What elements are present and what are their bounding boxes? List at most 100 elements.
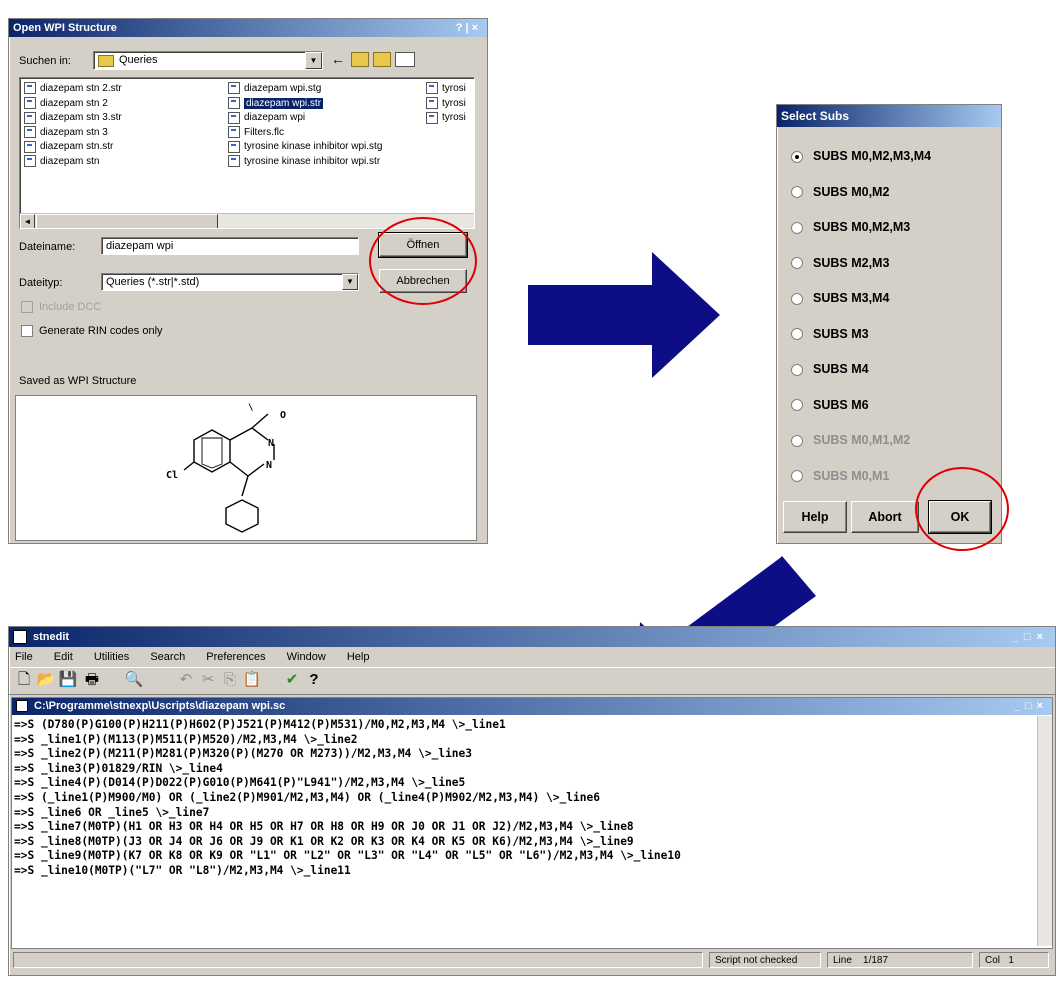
abort-button[interactable]: Abort — [851, 501, 919, 533]
script-line[interactable]: =>S (D780(P)G100(P)H211(P)H602(P)J521(P)… — [14, 718, 1034, 733]
file-item[interactable]: tyrosi — [426, 111, 466, 126]
script-line[interactable]: =>S (_line1(P)M900/M0) OR (_line2(P)M901… — [14, 791, 1034, 806]
subs-option[interactable]: SUBS M0,M2,M3,M4 — [791, 149, 931, 163]
menu-window[interactable]: Window — [287, 651, 326, 663]
filename-input[interactable]: diazepam wpi — [101, 237, 359, 255]
file-item[interactable]: tyrosi — [426, 96, 466, 112]
horizontal-scrollbar[interactable]: ◄ — [20, 213, 474, 228]
filename-label: Dateiname: — [19, 241, 76, 253]
check-icon[interactable]: ✔ — [281, 670, 303, 690]
menu-utilities[interactable]: Utilities — [94, 651, 129, 663]
script-line[interactable]: =>S _line3(P)01829/RIN \>_line4 — [14, 762, 1034, 777]
dialog-titlebar: Open WPI Structure ?|× — [9, 19, 487, 37]
script-editor[interactable]: =>S (D780(P)G100(P)H211(P)H602(P)J521(P)… — [14, 718, 1034, 944]
file-item[interactable]: diazepam stn.str — [24, 140, 122, 155]
file-item[interactable]: diazepam wpi — [228, 111, 382, 126]
undo-icon[interactable]: ↶ — [175, 670, 197, 690]
file-icon — [228, 82, 240, 95]
subs-option[interactable]: SUBS M0,M2 — [791, 185, 889, 199]
paste-icon[interactable]: 📋 — [241, 670, 263, 690]
select-subs-dialog: Select Subs SUBS M0,M2,M3,M4 SUBS M0,M2 SU… — [776, 104, 1009, 551]
file-item[interactable]: diazepam stn 2 — [24, 96, 122, 112]
chevron-down-icon[interactable]: ▼ — [305, 52, 322, 69]
file-item[interactable]: diazepam wpi.stg — [228, 82, 382, 97]
scroll-left-icon[interactable]: ◄ — [20, 214, 35, 228]
view-menu-icon[interactable] — [395, 52, 415, 67]
scroll-thumb[interactable] — [36, 214, 218, 228]
file-item[interactable]: diazepam stn 3 — [24, 126, 122, 141]
subs-option[interactable]: SUBS M2,M3 — [791, 256, 889, 270]
cut-icon[interactable]: ✂ — [197, 670, 219, 690]
help-icon[interactable]: ? — [303, 670, 325, 690]
print-icon[interactable]: 🖶 — [81, 670, 103, 690]
save-icon[interactable]: 💾 — [57, 670, 79, 690]
script-line[interactable]: =>S _line8(M0TP)(J3 OR J4 OR J6 OR J9 OR… — [14, 835, 1034, 850]
document-controls[interactable]: _□× — [1014, 698, 1048, 715]
svg-text:\: \ — [248, 403, 253, 413]
oxygen-label: O — [280, 410, 286, 421]
radio-icon — [791, 221, 803, 234]
radio-icon — [791, 150, 803, 163]
menu-file[interactable]: File — [15, 651, 33, 663]
file-item[interactable]: diazepam stn 2.str — [24, 82, 122, 97]
menu-search[interactable]: Search — [150, 651, 185, 663]
diazepam-structure-image: \ O N N Cl — [166, 403, 286, 533]
generate-rin-checkbox[interactable]: Generate RIN codes only — [21, 325, 163, 338]
script-line[interactable]: =>S _line9(M0TP)(K7 OR K8 OR K9 OR "L1" … — [14, 849, 1034, 864]
status-message-field — [13, 952, 703, 968]
look-in-dropdown[interactable]: Queries ▼ — [93, 51, 323, 70]
file-item[interactable]: tyrosi — [426, 82, 466, 97]
cancel-button[interactable]: Abbrechen — [379, 269, 467, 293]
script-line[interactable]: =>S _line6 OR _line5 \>_line7 — [14, 806, 1034, 821]
open-file-icon[interactable]: 📂 — [35, 670, 57, 690]
file-item[interactable]: tyrosine kinase inhibitor wpi.stg — [228, 140, 382, 155]
vertical-scrollbar[interactable] — [1037, 716, 1052, 946]
script-line[interactable]: =>S _line4(P)(D014(P)D022(P)G010(P)M641(… — [14, 776, 1034, 791]
script-line[interactable]: =>S _line2(P)(M211(P)M281(P)M320(P)(M270… — [14, 747, 1034, 762]
file-item[interactable]: diazepam stn — [24, 155, 122, 170]
menu-preferences[interactable]: Preferences — [206, 651, 265, 663]
copy-icon[interactable]: ⎘ — [219, 670, 241, 690]
ok-button[interactable]: OK — [928, 500, 992, 534]
subs-option-label: SUBS M4 — [813, 362, 869, 376]
subs-option[interactable]: SUBS M6 — [791, 398, 869, 412]
up-folder-icon[interactable] — [351, 52, 369, 67]
file-list[interactable]: diazepam stn 2.str diazepam stn 2 diazep… — [19, 77, 475, 229]
chlorine-label: Cl — [166, 470, 178, 481]
new-folder-icon[interactable] — [373, 52, 391, 67]
subs-option[interactable]: SUBS M3 — [791, 327, 869, 341]
menu-help[interactable]: Help — [347, 651, 370, 663]
file-item[interactable]: diazepam stn 3.str — [24, 111, 122, 126]
window-controls[interactable]: _□× — [1012, 627, 1049, 647]
file-icon — [24, 155, 36, 168]
file-item[interactable]: Filters.flc — [228, 126, 382, 141]
new-file-icon[interactable]: 🗋 — [13, 670, 35, 690]
script-status: Script not checked — [709, 952, 821, 968]
script-line[interactable]: =>S _line1(P)(M113(P)M511(P)M520)/M2,M3,… — [14, 733, 1034, 748]
file-column-2: diazepam wpi.stg diazepam wpi.str diazep… — [228, 82, 382, 170]
subs-option-label: SUBS M3,M4 — [813, 291, 890, 305]
title-buttons[interactable]: ?|× — [456, 19, 481, 37]
filetype-dropdown[interactable]: Queries (*.str|*.std) ▼ — [101, 273, 359, 291]
open-button[interactable]: Öffnen — [378, 232, 468, 258]
help-button[interactable]: Help — [783, 501, 847, 533]
script-line[interactable]: =>S _line10(M0TP)("L7" OR "L8")/M2,M3,M4… — [14, 864, 1034, 879]
file-icon — [228, 140, 240, 153]
radio-icon — [791, 399, 803, 412]
subs-option[interactable]: SUBS M3,M4 — [791, 291, 889, 305]
saved-as-label: Saved as WPI Structure — [19, 375, 137, 387]
dialog-title: Open WPI Structure — [13, 22, 117, 34]
script-line[interactable]: =>S _line7(M0TP)(H1 OR H3 OR H4 OR H5 OR… — [14, 820, 1034, 835]
nitrogen-label-2: N — [266, 460, 272, 471]
back-icon[interactable]: ← — [331, 51, 345, 67]
file-item[interactable]: tyrosine kinase inhibitor wpi.str — [228, 155, 382, 170]
document-titlebar: C:\Programme\stnexp\Uscripts\diazepam wp… — [12, 698, 1052, 715]
file-item-selected[interactable]: diazepam wpi.str — [228, 96, 382, 112]
menu-edit[interactable]: Edit — [54, 651, 73, 663]
look-in-value: Queries — [119, 54, 158, 66]
subs-option[interactable]: SUBS M0,M2,M3 — [791, 220, 910, 234]
find-icon[interactable]: 🔍 — [123, 670, 145, 690]
subs-option[interactable]: SUBS M4 — [791, 362, 869, 376]
chevron-down-icon[interactable]: ▼ — [342, 274, 358, 290]
file-icon — [426, 82, 438, 95]
